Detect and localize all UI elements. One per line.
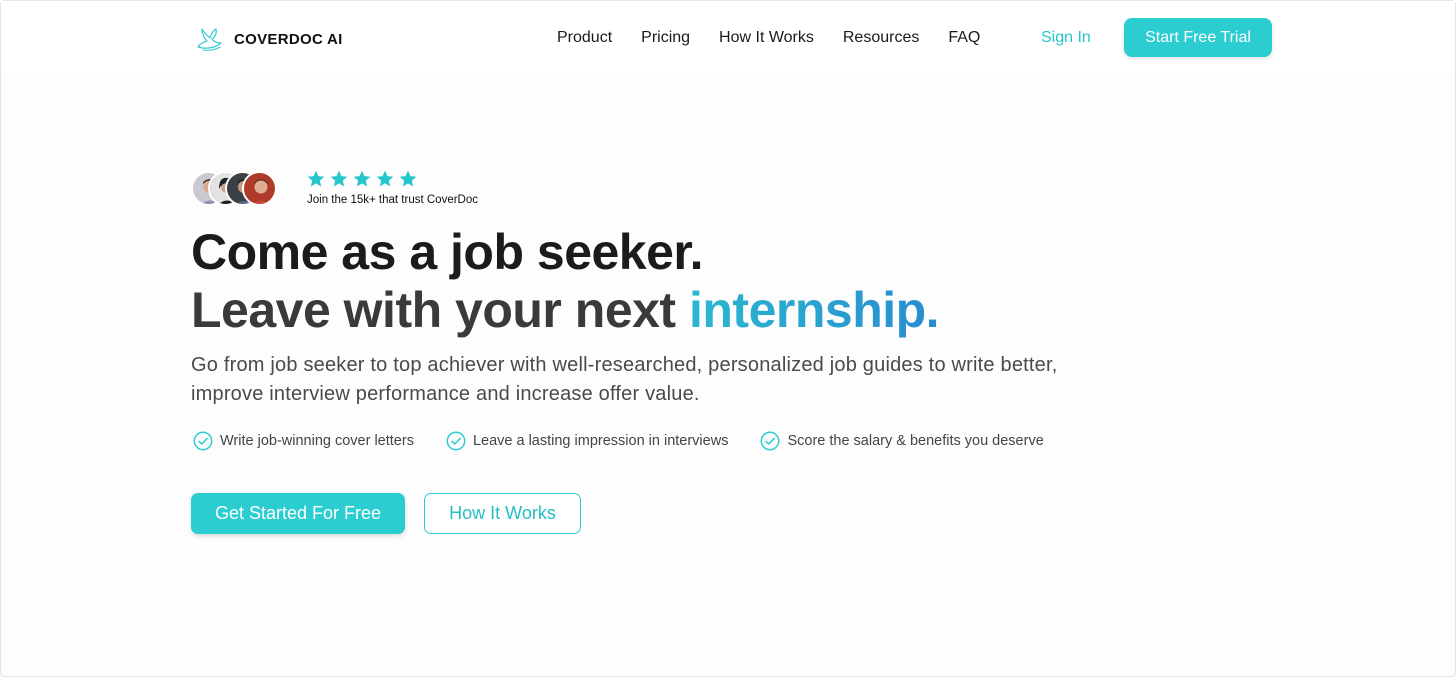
headline-highlight: internship. (689, 282, 940, 338)
get-started-button[interactable]: Get Started For Free (191, 493, 405, 534)
check-circle-icon (761, 431, 780, 451)
feature-item: Write job-winning cover letters (192, 430, 414, 452)
rating-stars (306, 169, 418, 189)
check-circle-icon (446, 431, 466, 451)
feature-label: Write job-winning cover letters (220, 433, 414, 449)
nav-item-product[interactable]: Product (557, 27, 612, 49)
trust-text: Join the 15k+ that trust CoverDoc (307, 194, 478, 206)
feature-label: Leave a lasting impression in interviews (472, 433, 729, 449)
star-icon (399, 170, 417, 187)
site-header: COVERDOC AI Product Pricing How It Works… (1, 1, 1455, 73)
start-free-trial-button[interactable]: Start Free Trial (1124, 18, 1272, 57)
feature-item: Leave a lasting impression in interviews (445, 430, 729, 452)
star-icon (307, 170, 325, 187)
headline-line-2-prefix: Leave with your next (191, 282, 676, 338)
nav-item-resources[interactable]: Resources (843, 27, 919, 49)
landing-page: COVERDOC AI Product Pricing How It Works… (0, 0, 1456, 677)
hero-headline: Come as a job seeker. Leave with your ne… (191, 223, 940, 339)
nav-item-faq[interactable]: FAQ (948, 27, 980, 49)
star-icon (330, 170, 348, 187)
sign-in-link[interactable]: Sign In (1041, 27, 1091, 49)
avatar (242, 171, 277, 206)
user-avatars (191, 171, 281, 207)
feature-item: Score the salary & benefits you deserve (759, 430, 1044, 452)
star-icon (353, 170, 371, 187)
star-icon (376, 170, 394, 187)
check-circle-icon (193, 431, 213, 451)
hero-subtext: Go from job seeker to top achiever with … (191, 354, 1058, 405)
brand-logo[interactable]: COVERDOC AI (194, 23, 343, 55)
feature-label: Score the salary & benefits you deserve (787, 433, 1044, 449)
brand-name: COVERDOC AI (234, 30, 343, 48)
main-nav: Product Pricing How It Works Resources F… (557, 27, 980, 49)
nav-item-pricing[interactable]: Pricing (641, 27, 690, 49)
headline-line-2: Leave with your next internship. (191, 281, 940, 339)
feature-list: Write job-winning cover letters Leave a … (192, 430, 1044, 452)
nav-item-how-it-works[interactable]: How It Works (719, 27, 814, 49)
headline-line-1: Come as a job seeker. (191, 224, 704, 280)
how-it-works-button[interactable]: How It Works (424, 493, 581, 534)
rabbit-logo-icon (197, 28, 222, 51)
